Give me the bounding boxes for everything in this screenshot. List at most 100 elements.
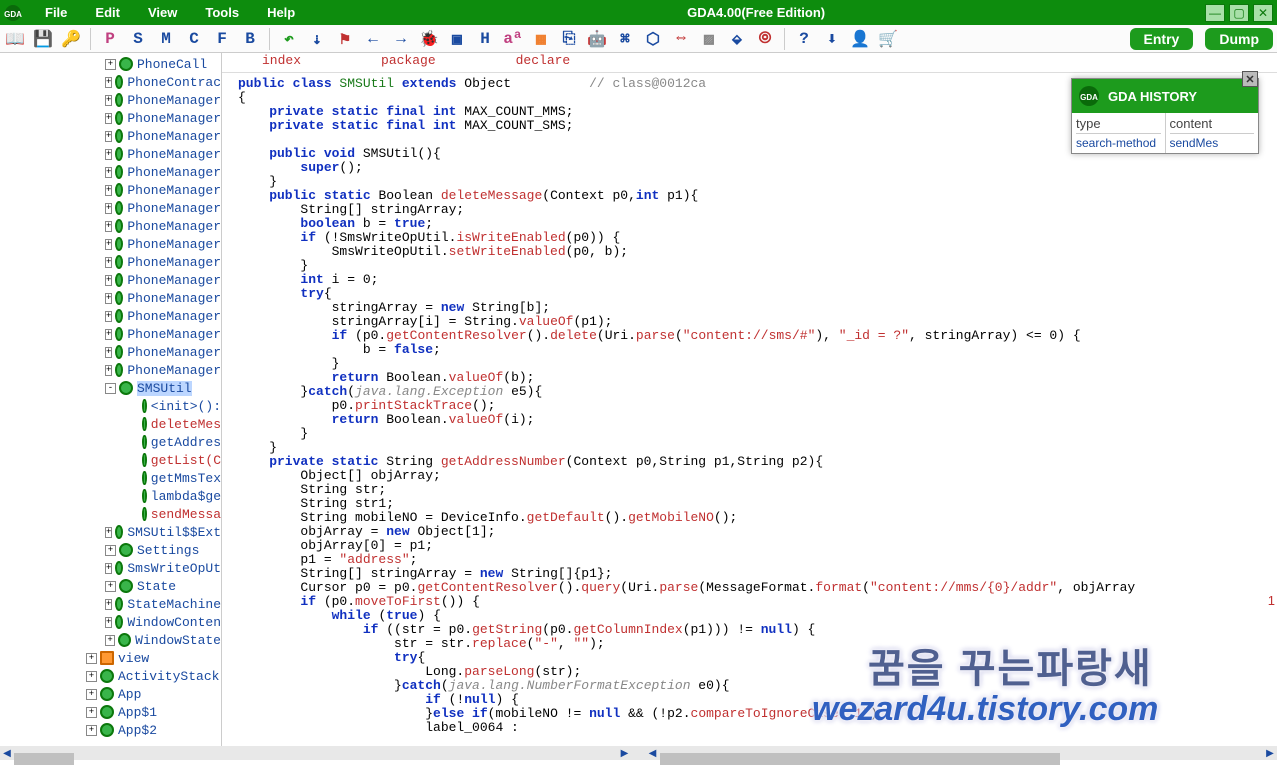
tree-item[interactable]: +App	[0, 685, 221, 703]
tree-item[interactable]: +PhoneContrac	[0, 73, 221, 91]
expand-icon[interactable]: +	[105, 221, 112, 232]
history-cell[interactable]: sendMes	[1170, 136, 1255, 150]
history-close-button[interactable]: ✕	[1242, 71, 1258, 87]
tree-item[interactable]: getAddres	[0, 433, 221, 451]
expand-icon[interactable]: +	[105, 347, 112, 358]
link-icon[interactable]: ⬡	[642, 28, 664, 50]
tab-package[interactable]: package	[341, 53, 476, 72]
doc-icon[interactable]: ▣	[446, 28, 468, 50]
expand-icon[interactable]: +	[86, 671, 97, 682]
tree-item[interactable]: +StateMachine	[0, 595, 221, 613]
expand-icon[interactable]: +	[105, 59, 116, 70]
expand-icon[interactable]: +	[105, 599, 112, 610]
tree-item[interactable]: +PhoneManager	[0, 361, 221, 379]
save-icon[interactable]: 💾	[32, 28, 54, 50]
key-icon[interactable]: 🔑	[60, 28, 82, 50]
b-icon[interactable]: B	[239, 28, 261, 50]
expand-icon[interactable]: +	[105, 617, 112, 628]
tree-item[interactable]: getMmsTex	[0, 469, 221, 487]
tree-item[interactable]: <init>():	[0, 397, 221, 415]
class-tree[interactable]: +PhoneCall+PhoneContrac+PhoneManager+Pho…	[0, 53, 222, 746]
tree-item[interactable]: +PhoneManager	[0, 289, 221, 307]
tree-item[interactable]: +view	[0, 649, 221, 667]
tree-item[interactable]: +Settings	[0, 541, 221, 559]
maximize-button[interactable]: ▢	[1229, 4, 1249, 22]
expand-icon[interactable]: +	[86, 653, 97, 664]
expand-icon[interactable]: +	[105, 329, 112, 340]
s-icon[interactable]: S	[127, 28, 149, 50]
tree-item[interactable]: +WindowConten	[0, 613, 221, 631]
expand-icon[interactable]: +	[105, 203, 112, 214]
scroll-left-icon[interactable]: ◀	[0, 748, 14, 759]
help-icon[interactable]: ?	[793, 28, 815, 50]
tree-item[interactable]: -SMSUtil	[0, 379, 221, 397]
p-icon[interactable]: P	[99, 28, 121, 50]
open-icon[interactable]: 📖	[4, 28, 26, 50]
tree-item[interactable]: +WindowState	[0, 631, 221, 649]
bookmark-icon[interactable]: ⇣	[306, 28, 328, 50]
tree-item[interactable]: sendMessa	[0, 505, 221, 523]
flag-icon[interactable]: ⚑	[334, 28, 356, 50]
close-button[interactable]: ✕	[1253, 4, 1273, 22]
expand-icon[interactable]: +	[86, 707, 97, 718]
tree-item[interactable]: +PhoneManager	[0, 235, 221, 253]
tree-item[interactable]: +PhoneCall	[0, 55, 221, 73]
forward-icon[interactable]: →	[390, 28, 412, 50]
bug-icon[interactable]: 🐞	[418, 28, 440, 50]
expand-icon[interactable]: +	[105, 563, 112, 574]
expand-icon[interactable]: +	[105, 257, 112, 268]
expand-icon[interactable]: +	[86, 689, 97, 700]
collapse-icon[interactable]: -	[105, 383, 116, 394]
tree-item[interactable]: +State	[0, 577, 221, 595]
tree-item[interactable]: +PhoneManager	[0, 217, 221, 235]
cart-icon[interactable]: 🛒	[877, 28, 899, 50]
minimize-button[interactable]: —	[1205, 4, 1225, 22]
person-icon[interactable]: 👤	[849, 28, 871, 50]
download-icon[interactable]: ⬇	[821, 28, 843, 50]
tree-item[interactable]: +PhoneManager	[0, 307, 221, 325]
expand-icon[interactable]: +	[105, 527, 112, 538]
dump-button[interactable]: Dump	[1205, 28, 1273, 50]
tree-item[interactable]: +SmsWriteOpUt	[0, 559, 221, 577]
menu-view[interactable]: View	[136, 3, 189, 22]
history-panel[interactable]: GDA GDA HISTORY ✕ type search-method con…	[1071, 78, 1259, 154]
back-icon[interactable]: ←	[362, 28, 384, 50]
scroll-right-icon[interactable]: ▶	[618, 748, 632, 759]
tree-item[interactable]: +App$1	[0, 703, 221, 721]
entry-button[interactable]: Entry	[1130, 28, 1194, 50]
expand-icon[interactable]: +	[105, 113, 112, 124]
expand-icon[interactable]: +	[105, 275, 112, 286]
menu-help[interactable]: Help	[255, 3, 307, 22]
tree-item[interactable]: +PhoneManager	[0, 145, 221, 163]
expand-icon[interactable]: +	[86, 725, 97, 736]
history-cell[interactable]: search-method	[1076, 136, 1161, 150]
menu-edit[interactable]: Edit	[83, 3, 132, 22]
c-icon[interactable]: C	[183, 28, 205, 50]
expand-icon[interactable]: +	[105, 131, 112, 142]
tab-declare[interactable]: declare	[476, 53, 611, 72]
menu-file[interactable]: File	[33, 3, 79, 22]
tree-item[interactable]: +App$2	[0, 721, 221, 739]
expand-icon[interactable]: +	[105, 545, 116, 556]
bucket-icon[interactable]: ⬙	[726, 28, 748, 50]
expand-icon[interactable]: +	[105, 95, 112, 106]
tree-item[interactable]: +PhoneManager	[0, 91, 221, 109]
tree-item[interactable]: deleteMes	[0, 415, 221, 433]
expand-icon[interactable]: +	[105, 167, 112, 178]
expand-icon[interactable]: +	[105, 293, 112, 304]
tree-item[interactable]: +PhoneManager	[0, 343, 221, 361]
io-icon[interactable]: ⇔	[670, 28, 692, 50]
expand-icon[interactable]: +	[105, 311, 112, 322]
tree-item[interactable]: +ActivityStack	[0, 667, 221, 685]
menu-tools[interactable]: Tools	[193, 3, 251, 22]
f-icon[interactable]: F	[211, 28, 233, 50]
expand-icon[interactable]: +	[105, 635, 115, 646]
finger-icon[interactable]: ⦾	[754, 28, 776, 50]
tree-item[interactable]: lambda$ge	[0, 487, 221, 505]
expand-icon[interactable]: +	[105, 581, 116, 592]
cmd-icon[interactable]: ⌘	[614, 28, 636, 50]
expand-icon[interactable]: +	[105, 239, 112, 250]
tree-item[interactable]: getList(C	[0, 451, 221, 469]
m-icon[interactable]: M	[155, 28, 177, 50]
expand-icon[interactable]: +	[105, 365, 112, 376]
